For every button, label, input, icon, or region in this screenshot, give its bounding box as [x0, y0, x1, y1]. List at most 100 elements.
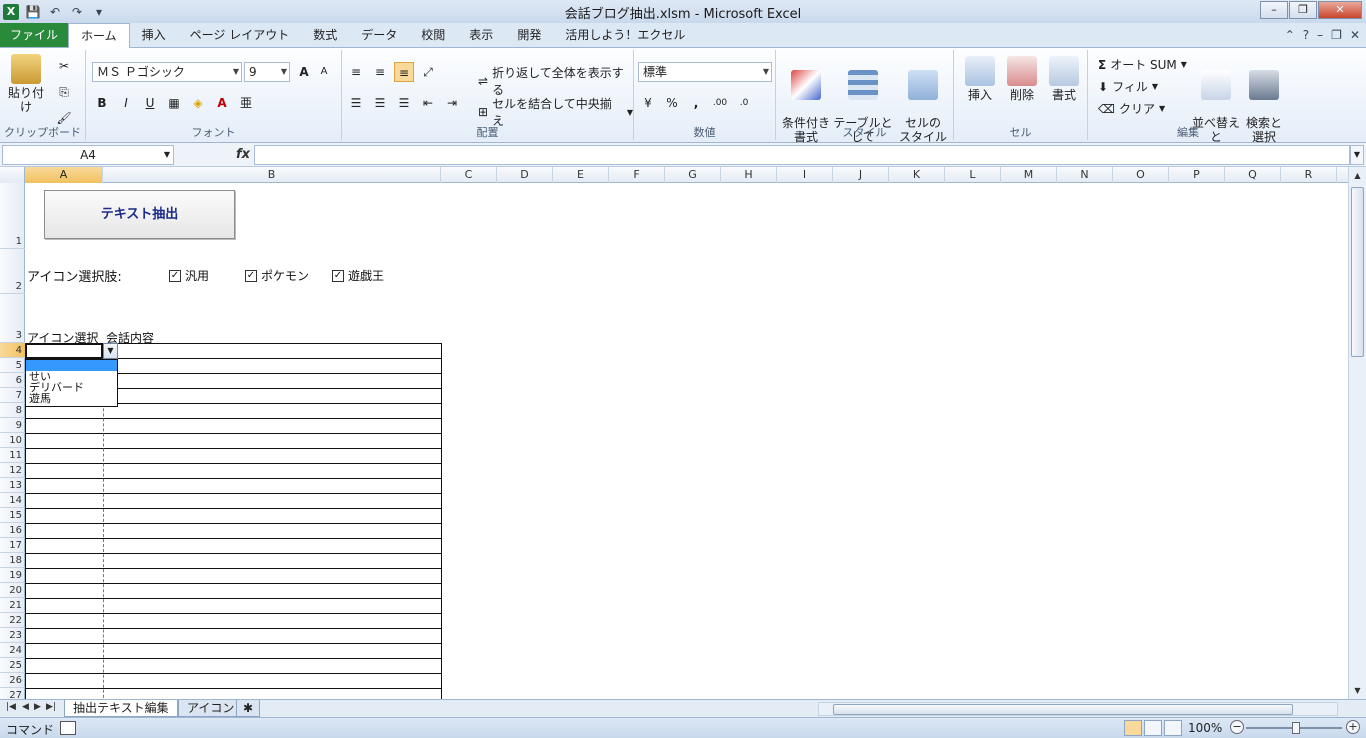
zoom-slider[interactable]: − +: [1230, 720, 1360, 735]
font-color-icon[interactable]: A: [212, 93, 232, 113]
column-header-h[interactable]: H: [721, 167, 777, 183]
row-header-22[interactable]: 22: [0, 613, 25, 628]
percent-button[interactable]: %: [662, 93, 682, 113]
increase-decimal-icon[interactable]: .00: [710, 93, 730, 113]
column-header-a[interactable]: A: [25, 167, 103, 183]
tab-view[interactable]: 表示: [457, 23, 505, 47]
orientation-icon[interactable]: ⤢: [418, 62, 438, 82]
column-header-b[interactable]: B: [103, 167, 441, 183]
extract-text-button[interactable]: テキスト抽出: [44, 190, 235, 239]
tab-review[interactable]: 校閲: [409, 23, 457, 47]
row-header-1[interactable]: 1: [0, 183, 25, 249]
row-header-10[interactable]: 10: [0, 433, 25, 448]
new-sheet-icon[interactable]: ✱: [236, 700, 261, 717]
horizontal-scroll-thumb[interactable]: [833, 704, 1293, 715]
tab-file[interactable]: ファイル: [0, 23, 69, 47]
grow-font-icon[interactable]: A: [294, 62, 314, 82]
sheet-tab-extract[interactable]: 抽出テキスト編集: [64, 700, 178, 717]
column-header-k[interactable]: K: [889, 167, 945, 183]
name-box[interactable]: A4 ▼: [2, 145, 174, 165]
column-header-f[interactable]: F: [609, 167, 665, 183]
zoom-level[interactable]: 100%: [1188, 721, 1222, 735]
page-break-view-icon[interactable]: [1164, 720, 1182, 736]
align-bottom-icon[interactable]: ≡: [394, 62, 414, 82]
column-header-i[interactable]: I: [777, 167, 833, 183]
excel-app-icon[interactable]: X: [3, 3, 19, 20]
format-cells-button[interactable]: 書式: [1044, 56, 1084, 102]
column-header-n[interactable]: N: [1057, 167, 1113, 183]
row-header-19[interactable]: 19: [0, 568, 25, 583]
row-header-9[interactable]: 9: [0, 418, 25, 433]
row-header-7[interactable]: 7: [0, 388, 25, 403]
row-header-18[interactable]: 18: [0, 553, 25, 568]
prev-sheet-icon[interactable]: ◀: [22, 702, 29, 712]
copy-icon[interactable]: ⎘: [54, 82, 74, 102]
column-header-j[interactable]: J: [833, 167, 889, 183]
comma-button[interactable]: ,: [686, 93, 706, 113]
dropdown-option[interactable]: 遊馬: [26, 393, 117, 404]
normal-view-icon[interactable]: [1124, 720, 1142, 736]
select-all-corner[interactable]: [0, 167, 25, 183]
vertical-scroll-thumb[interactable]: [1351, 187, 1364, 357]
doc-minimize-icon[interactable]: –: [1317, 28, 1323, 42]
decrease-decimal-icon[interactable]: .0: [734, 93, 754, 113]
align-middle-icon[interactable]: ≡: [370, 62, 390, 82]
shrink-font-icon[interactable]: A: [314, 62, 334, 82]
page-layout-view-icon[interactable]: [1144, 720, 1162, 736]
row-header-12[interactable]: 12: [0, 463, 25, 478]
redo-icon[interactable]: ↷: [69, 4, 85, 20]
scroll-down-icon[interactable]: ▼: [1351, 684, 1364, 697]
close-button[interactable]: ✕: [1318, 1, 1362, 19]
column-header-l[interactable]: L: [945, 167, 1001, 183]
row-header-17[interactable]: 17: [0, 538, 25, 553]
doc-close-icon[interactable]: ✕: [1350, 28, 1360, 42]
formula-input[interactable]: [254, 145, 1350, 165]
tab-home[interactable]: ホーム: [68, 23, 130, 48]
row-header-24[interactable]: 24: [0, 643, 25, 658]
horizontal-scrollbar[interactable]: [818, 702, 1338, 716]
clear-button[interactable]: ⌫ クリア ▼: [1098, 100, 1165, 117]
merge-center-button[interactable]: ⊞ セルを結合して中央揃え ▼: [478, 95, 633, 129]
phonetic-icon[interactable]: 亜: [236, 93, 256, 113]
row-header-14[interactable]: 14: [0, 493, 25, 508]
row-header-16[interactable]: 16: [0, 523, 25, 538]
zoom-slider-knob[interactable]: [1292, 722, 1300, 734]
doc-restore-icon[interactable]: ❐: [1331, 28, 1342, 42]
tab-data[interactable]: データ: [349, 23, 409, 47]
font-name-combo[interactable]: ＭＳ Ｐゴシック ▼: [92, 62, 242, 82]
zoom-in-icon[interactable]: +: [1346, 720, 1360, 734]
row-header-5[interactable]: 5: [0, 358, 25, 373]
row-header-8[interactable]: 8: [0, 403, 25, 418]
number-format-combo[interactable]: 標準 ▼: [638, 62, 772, 82]
row-header-15[interactable]: 15: [0, 508, 25, 523]
fill-color-icon[interactable]: ◈: [188, 93, 208, 113]
currency-icon[interactable]: ¥: [638, 93, 658, 113]
save-icon[interactable]: 💾: [25, 4, 41, 20]
undo-icon[interactable]: ↶: [47, 4, 63, 20]
autosum-button[interactable]: Σ オート SUM ▼: [1098, 56, 1187, 73]
increase-indent-icon[interactable]: ⇥: [442, 93, 462, 113]
cell-area[interactable]: テキスト抽出 アイコン選択肢: ✓ 汎用 ✓ ポケモン ✓ 遊戯王 アイコン選択 会話…: [25, 183, 1348, 699]
checkbox-yugioh[interactable]: ✓ 遊戯王: [332, 267, 384, 284]
column-header-d[interactable]: D: [497, 167, 553, 183]
wrap-text-button[interactable]: ⇌ 折り返して全体を表示する: [478, 64, 633, 98]
checkbox-pokemon[interactable]: ✓ ポケモン: [245, 267, 309, 284]
worksheet-grid[interactable]: ABCDEFGHIJKLMNOPQR 1 2 3 4 5 6 7 8 9 10 11 12 13 14 15…: [0, 167, 1348, 699]
column-header-g[interactable]: G: [665, 167, 721, 183]
validation-dropdown-button[interactable]: ▼: [103, 343, 118, 359]
column-header-p[interactable]: P: [1169, 167, 1225, 183]
align-left-icon[interactable]: ☰: [346, 93, 366, 113]
scroll-up-icon[interactable]: ▲: [1351, 169, 1364, 182]
column-header-r[interactable]: R: [1281, 167, 1337, 183]
vertical-scrollbar[interactable]: ▲ ▼: [1348, 167, 1366, 699]
row-header-27[interactable]: 27: [0, 688, 25, 699]
minimize-button[interactable]: –: [1260, 1, 1288, 19]
insert-function-icon[interactable]: fx: [236, 147, 250, 162]
active-cell-a4[interactable]: [25, 343, 103, 359]
restore-button[interactable]: ❐: [1289, 1, 1317, 19]
next-sheet-icon[interactable]: ▶: [34, 702, 41, 712]
cut-icon[interactable]: ✂: [54, 56, 74, 76]
customize-qat-icon[interactable]: ▾: [91, 4, 107, 20]
row-header-23[interactable]: 23: [0, 628, 25, 643]
fill-button[interactable]: ⬇ フィル ▼: [1098, 78, 1158, 95]
